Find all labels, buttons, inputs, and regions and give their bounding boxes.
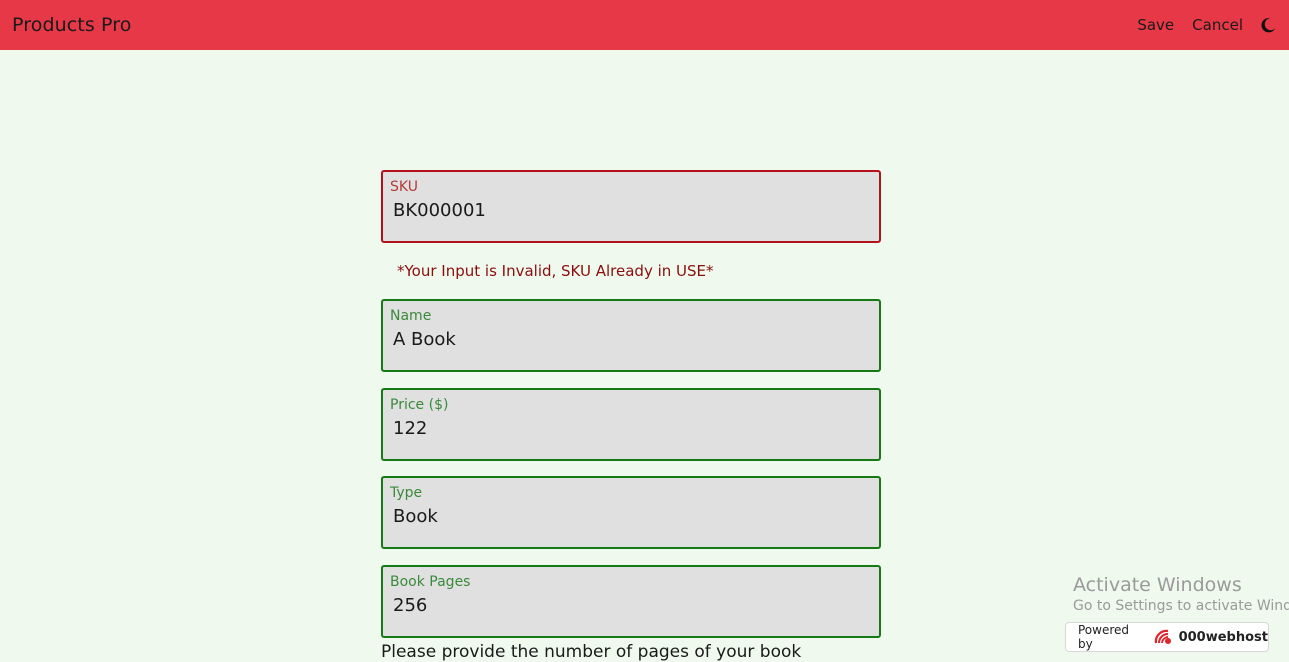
moon-icon[interactable]	[1259, 16, 1277, 34]
save-link[interactable]: Save	[1137, 16, 1174, 34]
powered-by-label: Powered by	[1078, 623, 1130, 651]
book-pages-field: Book Pages	[381, 565, 881, 638]
cancel-link[interactable]: Cancel	[1192, 16, 1243, 34]
price-input[interactable]	[393, 418, 863, 439]
powered-by-badge[interactable]: Powered by 000webhost	[1065, 622, 1269, 652]
activate-windows-watermark: Activate Windows Go to Settings to activ…	[1073, 574, 1289, 614]
price-label: Price ($)	[390, 397, 449, 413]
app-brand[interactable]: Products Pro	[12, 14, 131, 36]
name-label: Name	[390, 308, 432, 324]
nav-actions: Save Cancel	[1119, 16, 1277, 34]
name-input[interactable]	[393, 329, 863, 350]
watermark-subtitle: Go to Settings to activate Windows.	[1073, 598, 1289, 614]
sku-label: SKU	[390, 179, 418, 195]
sku-input[interactable]	[393, 200, 863, 221]
book-pages-input[interactable]	[393, 595, 863, 616]
sku-error-message: *Your Input is Invalid, SKU Already in U…	[397, 262, 714, 280]
watermark-title: Activate Windows	[1073, 574, 1242, 596]
top-navbar: Products Pro Save Cancel	[0, 0, 1289, 50]
sku-field: SKU	[381, 170, 881, 243]
type-select[interactable]	[393, 506, 863, 527]
pages-helper-text: Please provide the number of pages of yo…	[381, 642, 802, 662]
webhost-logo-icon	[1153, 628, 1175, 646]
webhost-brand-name: 000webhost	[1178, 629, 1268, 645]
type-label: Type	[390, 485, 423, 501]
name-field: Name	[381, 299, 881, 372]
price-field: Price ($)	[381, 388, 881, 461]
book-pages-label: Book Pages	[390, 574, 471, 590]
type-field: Type	[381, 476, 881, 549]
